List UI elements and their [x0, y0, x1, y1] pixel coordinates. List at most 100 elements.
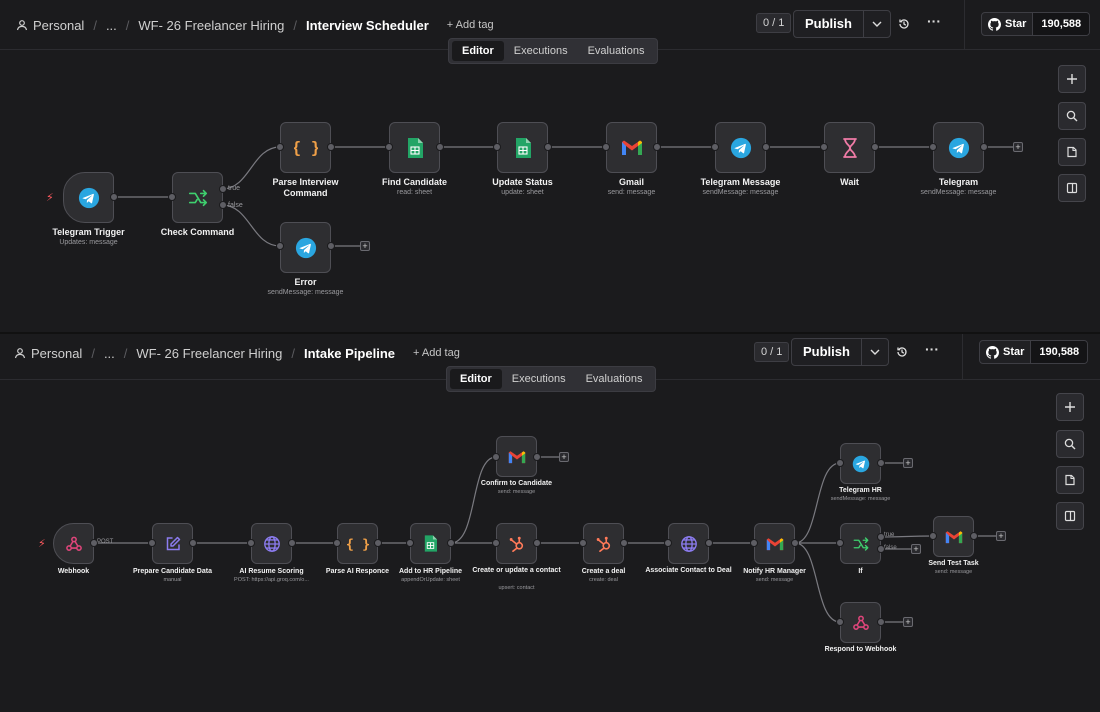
node-add-to-hr-pipeline[interactable]: [410, 523, 451, 564]
add-next-node-button[interactable]: +: [903, 458, 913, 468]
workflow-panel-intake-pipeline: Personal / ... / WF- 26 Freelancer Hirin…: [0, 334, 1100, 712]
output-port-true[interactable]: [877, 533, 885, 541]
node-label: Check Command: [160, 227, 235, 237]
edge-label-false: false: [228, 202, 243, 209]
input-port[interactable]: [750, 539, 758, 547]
workflow-panel-interview-scheduler: Personal / ... / WF- 26 Freelancer Hirin…: [0, 0, 1100, 332]
input-port[interactable]: [276, 242, 284, 250]
output-port[interactable]: [620, 539, 628, 547]
node-parse-interview-command[interactable]: { }: [280, 122, 331, 173]
hubspot-icon: [509, 536, 523, 552]
node-label: Telegram Message: [700, 177, 781, 187]
node-ai-resume-scoring[interactable]: [251, 523, 292, 564]
output-port[interactable]: [877, 618, 885, 626]
output-port[interactable]: [110, 193, 118, 201]
input-port[interactable]: [929, 532, 937, 540]
output-port[interactable]: [544, 143, 552, 151]
add-next-node-button[interactable]: +: [360, 241, 370, 251]
output-port[interactable]: [980, 143, 988, 151]
input-port[interactable]: [664, 539, 672, 547]
node-gmail[interactable]: [606, 122, 657, 173]
telegram-icon: [78, 187, 99, 208]
input-port[interactable]: [836, 459, 844, 467]
trigger-bolt-icon: ⚡: [38, 538, 46, 550]
output-port[interactable]: [970, 532, 978, 540]
output-port[interactable]: [374, 539, 382, 547]
output-port[interactable]: [762, 143, 770, 151]
google-sheets-icon: [424, 535, 437, 552]
node-webhook[interactable]: [53, 523, 94, 564]
output-port[interactable]: [288, 539, 296, 547]
node-telegram[interactable]: [933, 122, 984, 173]
node-parse-ai-responce[interactable]: { }: [337, 523, 378, 564]
globe-icon: [263, 535, 280, 552]
node-wait[interactable]: [824, 122, 875, 173]
node-label: Telegram HR: [839, 487, 882, 494]
input-port[interactable]: [836, 618, 844, 626]
output-port[interactable]: [705, 539, 713, 547]
edge-label-false: false: [884, 545, 897, 551]
add-next-node-button[interactable]: +: [996, 531, 1006, 541]
google-sheets-icon: [407, 137, 423, 158]
node-notify-hr-manager[interactable]: [754, 523, 795, 564]
node-if[interactable]: [840, 523, 881, 564]
add-next-node-button[interactable]: +: [911, 544, 921, 554]
output-port[interactable]: [871, 143, 879, 151]
input-port[interactable]: [602, 143, 610, 151]
input-port[interactable]: [492, 453, 500, 461]
node-label: Webhook: [57, 568, 90, 575]
input-port[interactable]: [276, 143, 284, 151]
output-port[interactable]: [327, 242, 335, 250]
output-port[interactable]: [533, 453, 541, 461]
output-port[interactable]: [791, 539, 799, 547]
node-telegram-hr[interactable]: [840, 443, 881, 484]
node-label: Send Test Task: [928, 560, 979, 567]
input-port[interactable]: [168, 193, 176, 201]
output-port-true[interactable]: [219, 185, 227, 193]
svg-text:{ }: { }: [347, 536, 369, 552]
output-port[interactable]: [533, 539, 541, 547]
input-port[interactable]: [929, 143, 937, 151]
input-port[interactable]: [836, 539, 844, 547]
output-port-false[interactable]: [877, 545, 885, 553]
node-create-or-update-contact[interactable]: [496, 523, 537, 564]
input-port[interactable]: [579, 539, 587, 547]
output-port[interactable]: [436, 143, 444, 151]
output-port[interactable]: [653, 143, 661, 151]
node-send-test-task[interactable]: [933, 516, 974, 557]
node-subtitle: manual: [163, 577, 182, 583]
add-next-node-button[interactable]: +: [903, 617, 913, 627]
node-subtitle: create: deal: [589, 577, 618, 583]
output-port[interactable]: [877, 459, 885, 467]
output-port[interactable]: [447, 539, 455, 547]
input-port[interactable]: [247, 539, 255, 547]
input-port[interactable]: [333, 539, 341, 547]
node-associate-contact-to-deal[interactable]: [668, 523, 709, 564]
add-next-node-button[interactable]: +: [559, 452, 569, 462]
output-port-false[interactable]: [219, 201, 227, 209]
node-label: Add to HR Pipeline: [399, 568, 462, 575]
node-find-candidate[interactable]: [389, 122, 440, 173]
add-next-node-button[interactable]: +: [1013, 142, 1023, 152]
hubspot-icon: [596, 536, 610, 552]
input-port[interactable]: [148, 539, 156, 547]
node-confirm-to-candidate[interactable]: [496, 436, 537, 477]
output-port[interactable]: [327, 143, 335, 151]
input-port[interactable]: [711, 143, 719, 151]
node-update-status[interactable]: [497, 122, 548, 173]
node-prepare-candidate-data[interactable]: [152, 523, 193, 564]
input-port[interactable]: [493, 143, 501, 151]
output-port[interactable]: [189, 539, 197, 547]
input-port[interactable]: [385, 143, 393, 151]
node-respond-to-webhook[interactable]: [840, 602, 881, 643]
node-error[interactable]: [280, 222, 331, 273]
input-port[interactable]: [820, 143, 828, 151]
globe-icon: [680, 535, 697, 552]
input-port[interactable]: [406, 539, 414, 547]
node-create-a-deal[interactable]: [583, 523, 624, 564]
input-port[interactable]: [492, 539, 500, 547]
node-telegram-message[interactable]: [715, 122, 766, 173]
node-check-command[interactable]: [172, 172, 223, 223]
node-telegram-trigger[interactable]: [63, 172, 114, 223]
output-port[interactable]: [90, 539, 98, 547]
